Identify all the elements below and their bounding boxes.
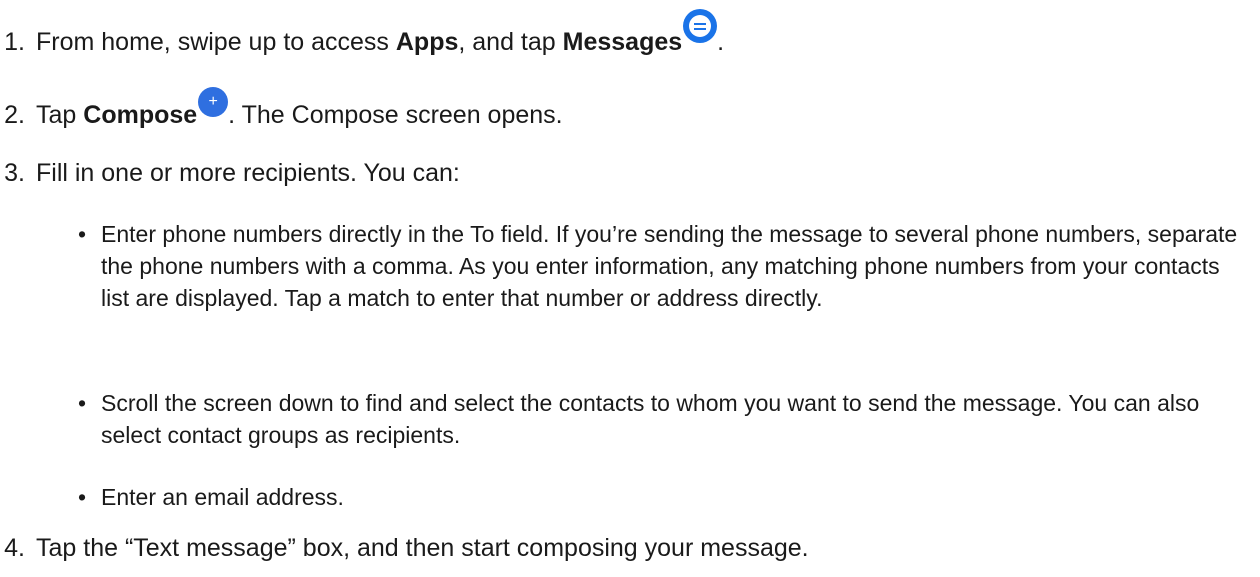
step-text: . The Compose screen opens. [228, 101, 563, 129]
bullet-text: Scroll the screen down to find and selec… [101, 390, 1200, 448]
bullet-text: Enter an email address. [101, 484, 344, 510]
bullet-icon: • [78, 484, 87, 510]
step-2: 2. Tap Compose +. The Compose screen opens… [0, 87, 563, 130]
bullet-icon: • [78, 221, 87, 247]
messages-app-icon [683, 9, 718, 43]
step-text: , and tap [458, 28, 563, 56]
step-number: 4. [4, 534, 25, 562]
apps-label: Apps [395, 28, 459, 56]
bullet-item: • Enter an email address. [78, 481, 1248, 513]
compose-label: Compose [83, 101, 198, 129]
step-number: 2. [4, 101, 25, 129]
bullet-text: Enter phone numbers directly in the To f… [101, 221, 1238, 311]
step-number: 3. [4, 159, 25, 187]
bullet-item: • Scroll the screen down to find and sel… [78, 387, 1248, 451]
step-text: Tap [36, 101, 84, 129]
step-1: 1. From home, swipe up to access Apps, an… [0, 9, 725, 61]
compose-plus-icon: + [198, 87, 229, 117]
step-text: Fill in one or more recipients. You can: [36, 159, 460, 187]
step-number: 1. [4, 28, 25, 56]
messages-label: Messages [562, 28, 683, 56]
step-text: Tap the “Text message” box, and then sta… [36, 534, 809, 562]
step-text: . [717, 28, 725, 56]
step-text: From home, swipe up to access [36, 28, 396, 56]
step-4: 4. Tap the “Text message” box, and then s… [0, 533, 809, 563]
bullet-icon: • [78, 390, 87, 416]
bullet-item: • Enter phone numbers directly in the To… [78, 218, 1248, 314]
step-3: 3. Fill in one or more recipients. You ca… [0, 158, 460, 188]
